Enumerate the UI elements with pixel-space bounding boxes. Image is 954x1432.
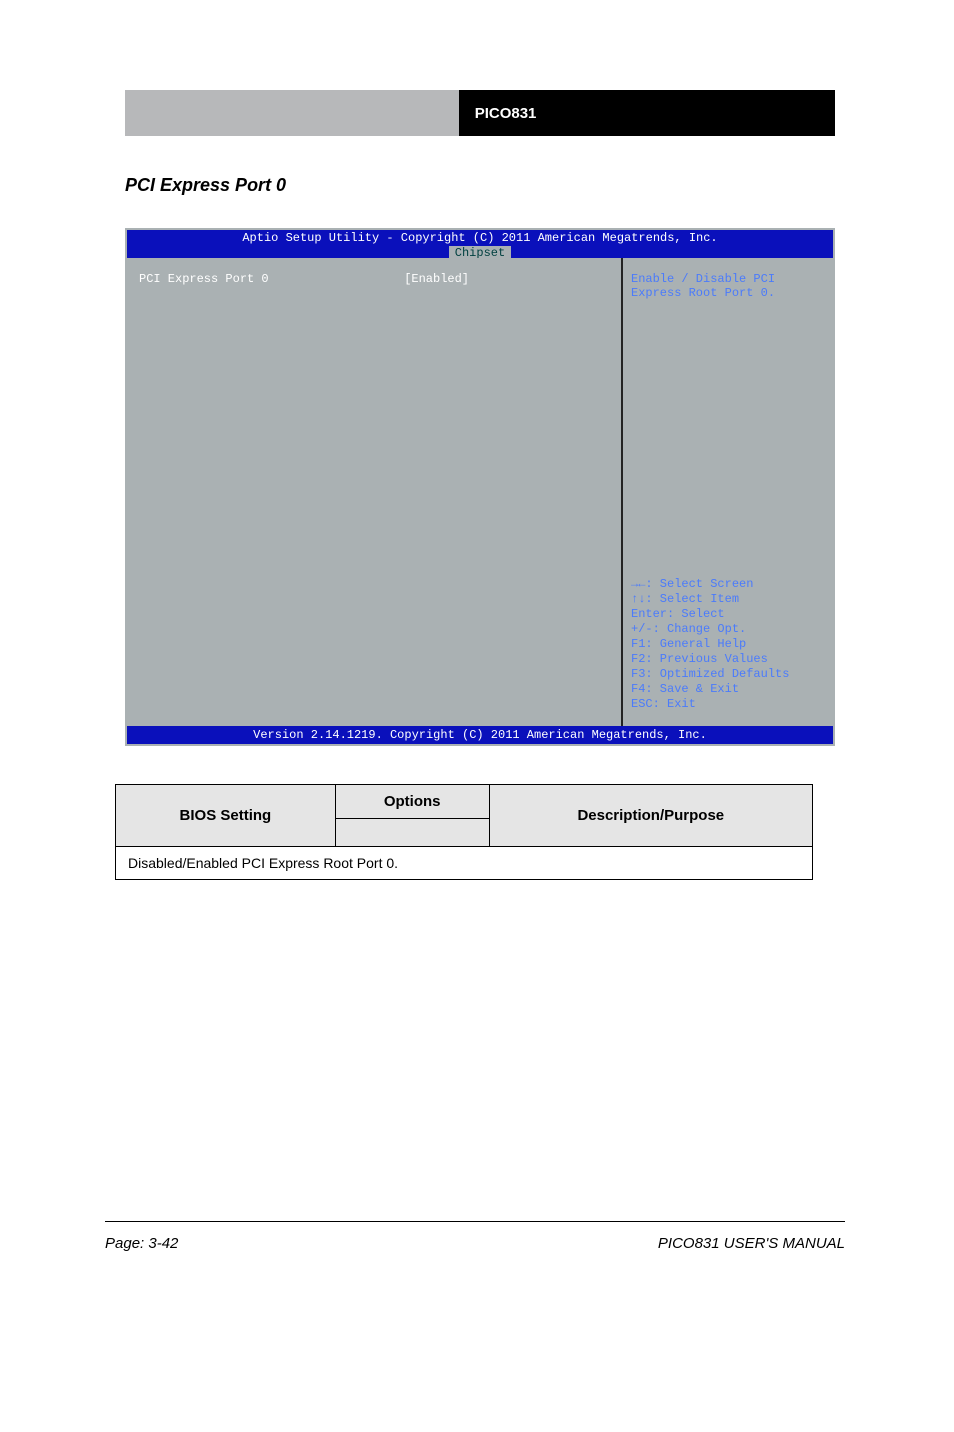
bios-footer: Version 2.14.1219. Copyright (C) 2011 Am… (127, 726, 833, 744)
bios-header-text: Aptio Setup Utility - Copyright (C) 2011… (127, 232, 833, 245)
bios-setting-label: PCI Express Port 0 (139, 272, 269, 286)
bios-setting-value: [Enabled] (404, 272, 469, 286)
bios-options-table: BIOS Setting Options Description/Purpose… (115, 784, 813, 880)
legend-optimized-defaults: F3: Optimized Defaults (631, 667, 825, 682)
page-footer: Page: 3-42 PICO831 USER'S MANUAL (105, 1235, 845, 1252)
col-options-spacer (335, 819, 489, 847)
footer-page-number: Page: 3-42 (105, 1235, 178, 1252)
footer-divider (105, 1221, 845, 1222)
legend-exit: ESC: Exit (631, 697, 825, 712)
footer-manual-title: PICO831 USER'S MANUAL (658, 1235, 845, 1252)
bios-help-panel: Enable / Disable PCI Express Root Port 0… (623, 258, 833, 726)
section-subtitle: PCI Express Port 0 (125, 175, 286, 196)
bios-key-legend: →←: Select Screen ↑↓: Select Item Enter:… (631, 577, 825, 712)
legend-select-item: ↑↓: Select Item (631, 592, 825, 607)
legend-enter: Enter: Select (631, 607, 825, 622)
legend-change-opt: +/-: Change Opt. (631, 622, 825, 637)
banner-title-line1: PICO831 (475, 105, 835, 122)
banner-left (125, 90, 459, 136)
table-full-desc: Disabled/Enabled PCI Express Root Port 0… (116, 847, 813, 880)
legend-save-exit: F4: Save & Exit (631, 682, 825, 697)
legend-previous-values: F2: Previous Values (631, 652, 825, 667)
bios-settings-panel: PCI Express Port 0 [Enabled] (127, 258, 623, 726)
legend-select-screen: →←: Select Screen (631, 577, 825, 592)
table-header-row: BIOS Setting Options Description/Purpose (116, 785, 813, 819)
col-description: Description/Purpose (489, 785, 812, 847)
bios-header: Aptio Setup Utility - Copyright (C) 2011… (127, 230, 833, 258)
col-bios-setting: BIOS Setting (116, 785, 336, 847)
bios-help-description: Enable / Disable PCI Express Root Port 0… (631, 272, 825, 300)
col-options: Options (335, 785, 489, 819)
legend-general-help: F1: General Help (631, 637, 825, 652)
bios-screenshot: Aptio Setup Utility - Copyright (C) 2011… (125, 228, 835, 746)
bios-setting-row-pci-express-port-0[interactable]: PCI Express Port 0 [Enabled] (139, 272, 469, 286)
banner-right: PICO831 (459, 90, 835, 136)
table-row: Disabled/Enabled PCI Express Root Port 0… (116, 847, 813, 880)
page-header-banner: PICO831 (125, 90, 835, 136)
